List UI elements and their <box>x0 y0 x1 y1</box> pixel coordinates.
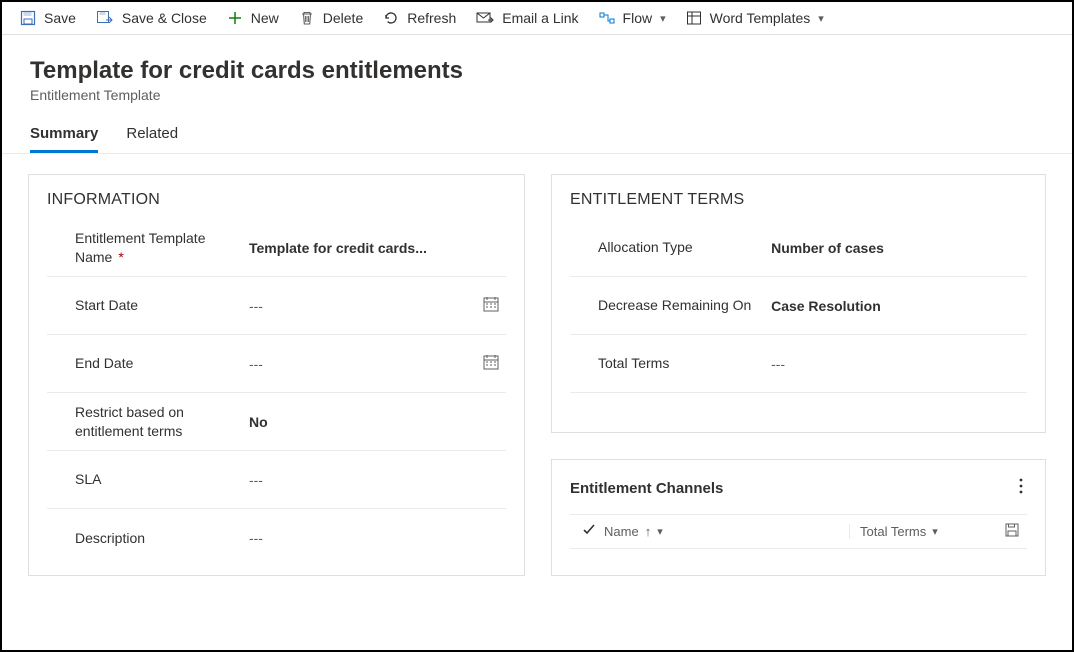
field-alloc-label: Allocation Type <box>570 238 771 256</box>
save-label: Save <box>44 10 76 26</box>
column-total-terms[interactable]: Total Terms ▾ <box>849 524 989 539</box>
entitlement-terms-panel: ENTITLEMENT TERMS Allocation Type Number… <box>551 174 1046 433</box>
field-desc-label: Description <box>47 529 249 547</box>
field-total-value: --- <box>771 356 785 372</box>
field-total-terms[interactable]: Total Terms --- <box>570 335 1027 393</box>
spacer <box>570 393 1027 411</box>
save-close-icon <box>96 10 114 26</box>
field-end-label: End Date <box>47 354 249 372</box>
header: Template for credit cards entitlements E… <box>2 35 1072 103</box>
more-commands-button[interactable] <box>1015 476 1027 500</box>
email-link-label: Email a Link <box>502 10 578 26</box>
field-restrict[interactable]: Restrict based on entitlement terms No <box>47 393 506 451</box>
save-close-button[interactable]: Save & Close <box>96 10 207 26</box>
field-end-value: --- <box>249 356 263 372</box>
field-sla-value: --- <box>249 472 263 488</box>
grid-header-row: Name ↑ ▾ Total Terms ▾ <box>570 514 1027 549</box>
refresh-label: Refresh <box>407 10 456 26</box>
page-title: Template for credit cards entitlements <box>30 57 1044 85</box>
word-templates-icon <box>686 10 702 26</box>
information-panel: INFORMATION Entitlement Template Name* T… <box>28 174 525 576</box>
field-start-label: Start Date <box>47 296 249 314</box>
save-icon <box>20 10 36 26</box>
field-start-value: --- <box>249 298 263 314</box>
save-close-label: Save & Close <box>122 10 207 26</box>
email-link-icon <box>476 11 494 25</box>
field-name[interactable]: Entitlement Template Name* Template for … <box>47 219 506 277</box>
flow-icon <box>599 10 615 26</box>
field-sla-label: SLA <box>47 470 249 488</box>
content-area: INFORMATION Entitlement Template Name* T… <box>2 154 1072 596</box>
chevron-down-icon: ▾ <box>932 525 938 538</box>
tab-bar: Summary Related <box>2 103 1072 154</box>
field-decrease-value: Case Resolution <box>771 298 881 314</box>
new-button[interactable]: New <box>227 10 279 26</box>
entitlement-channels-grid: Entitlement Channels Name ↑ ▾ Total Term… <box>551 459 1046 576</box>
tab-summary[interactable]: Summary <box>30 125 98 153</box>
more-vertical-icon <box>1019 478 1023 494</box>
tab-related[interactable]: Related <box>126 125 178 153</box>
field-total-label: Total Terms <box>570 354 771 372</box>
plus-icon <box>227 10 243 26</box>
flow-label: Flow <box>623 10 653 26</box>
field-name-value: Template for credit cards... <box>249 240 427 256</box>
new-label: New <box>251 10 279 26</box>
sort-asc-icon: ↑ <box>645 524 652 539</box>
field-restrict-label: Restrict based on entitlement terms <box>47 403 249 439</box>
grid-save-button[interactable] <box>997 523 1027 540</box>
field-decrease-on[interactable]: Decrease Remaining On Case Resolution <box>570 277 1027 335</box>
trash-icon <box>299 10 315 26</box>
refresh-icon <box>383 10 399 26</box>
entity-label: Entitlement Template <box>30 87 1044 103</box>
select-all-icon[interactable] <box>582 523 596 540</box>
field-restrict-value: No <box>249 414 268 430</box>
chevron-down-icon: ▾ <box>657 525 663 538</box>
entitlement-channels-title: Entitlement Channels <box>570 480 723 497</box>
field-allocation-type[interactable]: Allocation Type Number of cases <box>570 219 1027 277</box>
information-title: INFORMATION <box>29 175 524 219</box>
save-icon <box>1005 523 1019 537</box>
calendar-icon[interactable] <box>482 353 500 374</box>
column-name[interactable]: Name ↑ ▾ <box>604 524 841 539</box>
flow-button[interactable]: Flow ▾ <box>599 10 666 26</box>
delete-button[interactable]: Delete <box>299 10 363 26</box>
refresh-button[interactable]: Refresh <box>383 10 456 26</box>
word-templates-label: Word Templates <box>710 10 811 26</box>
chevron-down-icon: ▾ <box>818 12 824 25</box>
delete-label: Delete <box>323 10 363 26</box>
calendar-icon[interactable] <box>482 295 500 316</box>
field-sla[interactable]: SLA --- <box>47 451 506 509</box>
word-templates-button[interactable]: Word Templates ▾ <box>686 10 824 26</box>
field-description[interactable]: Description --- <box>47 509 506 567</box>
entitlement-terms-title: ENTITLEMENT TERMS <box>552 175 1045 219</box>
chevron-down-icon: ▾ <box>660 12 666 25</box>
field-name-label: Entitlement Template Name* <box>47 229 249 265</box>
command-bar: Save Save & Close New Delete Refresh Ema… <box>2 2 1072 35</box>
save-button[interactable]: Save <box>20 10 76 26</box>
field-start-date[interactable]: Start Date --- <box>47 277 506 335</box>
field-end-date[interactable]: End Date --- <box>47 335 506 393</box>
field-decrease-label: Decrease Remaining On <box>570 296 771 314</box>
field-alloc-value: Number of cases <box>771 240 884 256</box>
email-link-button[interactable]: Email a Link <box>476 10 578 26</box>
field-desc-value: --- <box>249 530 263 546</box>
